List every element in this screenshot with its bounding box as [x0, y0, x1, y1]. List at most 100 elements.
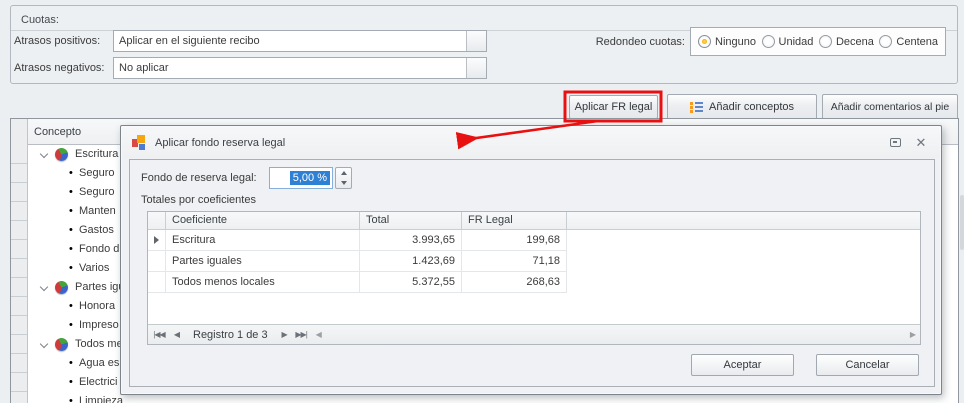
fondo-reserva-label: Fondo de reserva legal: [141, 168, 257, 188]
radio-unidad[interactable]: Unidad [762, 35, 814, 48]
atrasos-negativos-value: No aplicar [114, 62, 466, 74]
radio-centena[interactable]: Centena [879, 35, 938, 48]
tree-item-label: Limpieza [79, 392, 123, 403]
atrasos-positivos-combo[interactable]: Aplicar en el siguiente recibo [113, 30, 487, 52]
nav-last-icon[interactable]: ▶▶| [293, 327, 310, 343]
tree-item-label: Seguro [79, 183, 114, 202]
nav-first-icon[interactable]: |◀◀ [151, 327, 168, 343]
radio-icon [819, 35, 832, 48]
nav-prev-icon[interactable]: ◀ [168, 327, 185, 343]
aceptar-button[interactable]: Aceptar [691, 354, 794, 376]
radio-ninguno[interactable]: Ninguno [698, 35, 756, 48]
cancelar-button[interactable]: Cancelar [816, 354, 919, 376]
aplicar-fr-legal-label: Aplicar FR legal [575, 101, 653, 113]
cell-filler [567, 251, 920, 272]
header-indicator-cell [148, 212, 166, 230]
tree-item-label: Electrici [79, 373, 118, 392]
tree-item-label: Agua es [79, 354, 119, 373]
tree-item-label: Gastos [79, 221, 114, 240]
radio-decena[interactable]: Decena [819, 35, 874, 48]
row-header-lines [11, 145, 27, 403]
aplicar-fr-legal-button[interactable]: Aplicar FR legal [569, 95, 658, 119]
tree-item-label: Varios [79, 259, 109, 278]
grid-header-row: Coeficiente Total FR Legal [148, 212, 920, 230]
tree-item-label: Manten [79, 202, 116, 221]
bullet-icon: • [69, 240, 73, 259]
column-header-total[interactable]: Total [360, 212, 462, 230]
aplicar-fondo-reserva-dialog: Aplicar fondo reserva legal ✕ Fondo de r… [120, 125, 942, 395]
chevron-down-icon[interactable] [40, 150, 48, 158]
bullet-icon: • [69, 202, 73, 221]
column-header-fr-legal[interactable]: FR Legal [462, 212, 567, 230]
tree-item-label: Fondo d [79, 240, 119, 259]
cell-filler [567, 272, 920, 293]
window-collapse-button[interactable] [886, 135, 904, 151]
bullet-icon: • [69, 259, 73, 278]
radio-unidad-label: Unidad [779, 36, 814, 48]
bullet-icon: • [69, 164, 73, 183]
dropdown-arrow-icon[interactable] [466, 31, 486, 51]
anadir-conceptos-button[interactable]: Añadir conceptos [667, 94, 817, 120]
atrasos-positivos-label: Atrasos positivos: [14, 30, 100, 52]
app-window: Cuotas: Atrasos positivos: Aplicar en el… [0, 0, 964, 403]
dialog-titlebar[interactable]: Aplicar fondo reserva legal ✕ [122, 127, 940, 158]
fondo-reserva-spinner[interactable] [335, 167, 352, 189]
window-collapse-icon [890, 138, 901, 147]
radio-ninguno-label: Ninguno [715, 36, 756, 48]
radio-centena-label: Centena [896, 36, 938, 48]
app-icon [132, 135, 147, 150]
scroll-left-icon[interactable]: ◀ [316, 330, 322, 339]
spin-down-icon[interactable] [336, 178, 351, 188]
bullet-icon: • [69, 183, 73, 202]
cuotas-group-title: Cuotas: [21, 10, 59, 30]
atrasos-negativos-label: Atrasos negativos: [14, 57, 105, 79]
header-filler-cell [567, 212, 920, 230]
tree-item-label: Seguro [79, 164, 114, 183]
dialog-title: Aplicar fondo reserva legal [155, 137, 878, 149]
tree-item-label: Honora [79, 297, 115, 316]
anadir-comentarios-button[interactable]: Añadir comentarios al pie [822, 94, 958, 120]
vertical-scrollbar-thumb[interactable] [960, 195, 964, 250]
atrasos-negativos-combo[interactable]: No aplicar [113, 57, 487, 79]
cell-total: 3.993,65 [360, 230, 462, 251]
chevron-down-icon[interactable] [40, 283, 48, 291]
redondeo-cuotas-label: Redondeo cuotas: [545, 31, 685, 53]
row-header-column [11, 119, 28, 403]
redondeo-radio-group: Ninguno Unidad Decena Centena [690, 27, 946, 56]
grid-row-todos-menos-locales[interactable]: Todos menos locales 5.372,55 268,63 [148, 272, 920, 293]
bullet-icon: • [69, 316, 73, 335]
cell-fr-legal: 199,68 [462, 230, 567, 251]
fondo-reserva-value: 5,00 % [290, 171, 330, 185]
spin-up-icon[interactable] [336, 168, 351, 178]
pie-chart-icon [55, 338, 68, 351]
list-icon [690, 102, 703, 113]
row-indicator-cell [148, 272, 166, 293]
cell-fr-legal: 71,18 [462, 251, 567, 272]
cell-coeficiente: Partes iguales [166, 251, 360, 272]
totales-coeficientes-label: Totales por coeficientes [141, 190, 256, 210]
fondo-reserva-input[interactable]: 5,00 % [269, 167, 333, 189]
nav-next-icon[interactable]: ▶ [276, 327, 293, 343]
tree-item-label: Escritura [75, 145, 118, 164]
dropdown-arrow-icon[interactable] [466, 58, 486, 78]
radio-icon [879, 35, 892, 48]
grid-record-navigator: |◀◀ ◀ Registro 1 de 3 ▶ ▶▶| ◀ ▶ [148, 324, 920, 344]
radio-icon [762, 35, 775, 48]
cell-total: 5.372,55 [360, 272, 462, 293]
column-header-coeficiente[interactable]: Coeficiente [166, 212, 360, 230]
tree-item-label: Impreso [79, 316, 119, 335]
grid-row-escritura[interactable]: Escritura 3.993,65 199,68 [148, 230, 920, 251]
grid-row-partes-iguales[interactable]: Partes iguales 1.423,69 71,18 [148, 251, 920, 272]
bullet-icon: • [69, 297, 73, 316]
cell-coeficiente: Escritura [166, 230, 360, 251]
row-indicator-cell [148, 230, 166, 251]
anadir-comentarios-label: Añadir comentarios al pie [831, 101, 949, 113]
scroll-right-icon[interactable]: ▶ [910, 330, 916, 339]
chevron-down-icon[interactable] [40, 340, 48, 348]
bullet-icon: • [69, 373, 73, 392]
cell-coeficiente: Todos menos locales [166, 272, 360, 293]
coeficientes-grid: Coeficiente Total FR Legal Escritura 3.9… [147, 211, 921, 345]
cancelar-label: Cancelar [845, 359, 889, 371]
window-close-button[interactable]: ✕ [912, 135, 930, 151]
atrasos-positivos-value: Aplicar en el siguiente recibo [114, 35, 466, 47]
